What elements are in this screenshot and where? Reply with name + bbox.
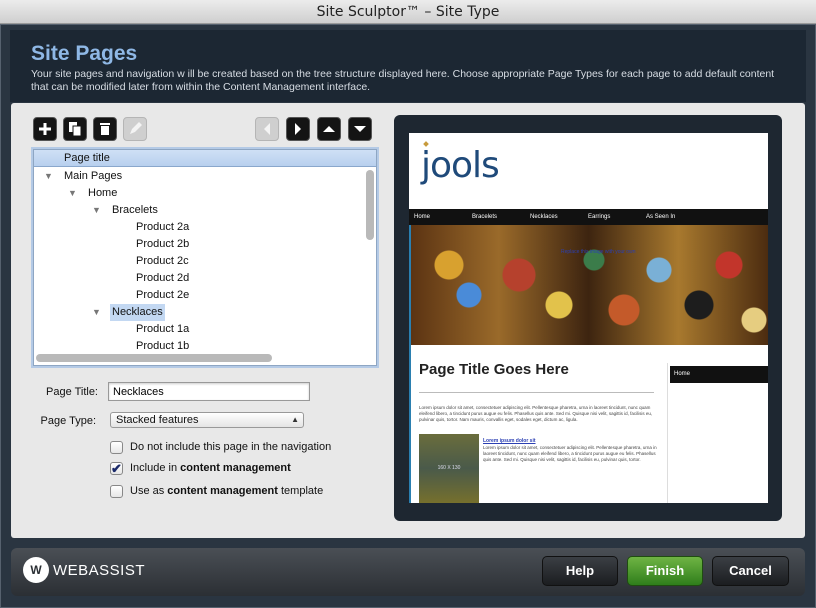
use-template-bold: content management [167, 485, 278, 497]
preview-banner-image: Replace this image with your own [409, 225, 768, 345]
expand-triangle-icon[interactable]: ▼ [92, 304, 101, 321]
preview-divider [419, 392, 654, 393]
preview-nav-item: Bracelets [472, 214, 498, 220]
page-title-label: Page Title: [46, 386, 98, 398]
page-type-select[interactable]: Stacked features ▲ [110, 412, 304, 428]
brand-name: WEBASSIST [53, 562, 146, 579]
move-down-button[interactable] [348, 117, 372, 141]
copy-page-button[interactable] [63, 117, 87, 141]
include-cm-label: Include in content management [130, 462, 291, 474]
use-template-suffix: template [277, 485, 324, 497]
include-cm-bold: content management [180, 462, 291, 474]
expand-triangle-icon[interactable]: ▼ [44, 168, 53, 185]
preview-logo: jools [421, 145, 500, 186]
page-tree[interactable]: Page title ▼ Main Pages ▼ Home ▼ Bracele… [33, 149, 377, 366]
tree-item-product-2d[interactable]: Product 2d [34, 270, 364, 287]
preview-nav-item: Earrings [588, 214, 611, 220]
preview-sidebar-divider [667, 363, 668, 503]
expand-triangle-icon[interactable]: ▼ [92, 202, 101, 219]
tree-item-product-1a[interactable]: Product 1a [34, 321, 364, 338]
preview-banner-link: Replace this image with your own [561, 249, 636, 255]
arrow-down-icon [354, 126, 366, 132]
preview-nav-item: As Seen In [646, 214, 676, 220]
preview-nav-item: Necklaces [530, 214, 558, 220]
arrow-up-icon [323, 126, 335, 132]
horizontal-scrollbar[interactable] [36, 354, 272, 362]
include-cm-prefix: Include in [130, 462, 181, 474]
preview-nav-item: Home [414, 214, 431, 220]
tree-item-product-2a[interactable]: Product 2a [34, 219, 364, 236]
preview-paragraph: Lorem ipsum dolor sit amet, consectetuer… [419, 405, 653, 422]
page-description: Your site pages and navigation w ill be … [31, 68, 775, 93]
pencil-icon [130, 122, 142, 134]
move-up-button[interactable] [317, 117, 341, 141]
select-arrows-icon: ▲ [291, 415, 299, 424]
tree-item-product-2e[interactable]: Product 2e [34, 287, 364, 304]
finish-button[interactable]: Finish [627, 556, 703, 586]
use-template-checkbox[interactable] [110, 485, 123, 498]
help-button[interactable]: Help [542, 556, 618, 586]
arrow-right-icon [295, 123, 301, 135]
delete-page-button[interactable] [93, 117, 117, 141]
tree-item-home[interactable]: ▼ Home [34, 185, 364, 202]
use-template-label: Use as content management template [130, 485, 323, 497]
vertical-scrollbar[interactable] [366, 170, 374, 240]
use-template-checkbox-row[interactable]: Use as content management template [110, 485, 340, 501]
exclude-nav-checkbox[interactable] [110, 441, 123, 454]
tree-item-product-2b[interactable]: Product 2b [34, 236, 364, 253]
window-title: Site Sculptor™ – Site Type [0, 0, 816, 24]
preview-nav: Home Bracelets Necklaces Earrings As See… [409, 209, 768, 225]
tree-item-necklaces[interactable]: ▼ Necklaces [34, 304, 364, 321]
move-right-button[interactable] [286, 117, 310, 141]
preview-page-title: Page Title Goes Here [419, 361, 569, 378]
page-type-value: Stacked features [116, 414, 199, 426]
include-cm-checkbox[interactable]: ✔ [110, 462, 123, 475]
webassist-logo-icon: W [23, 557, 49, 583]
trash-icon [100, 123, 110, 135]
expand-triangle-icon[interactable]: ▼ [68, 185, 77, 202]
add-page-button[interactable] [33, 117, 57, 141]
copy-icon [69, 122, 82, 137]
preview-thumbnail: 160 X 130 [419, 434, 479, 503]
preview-paragraph: Lorem ipsum dolor sit amet, consectetuer… [483, 445, 657, 462]
tree-item-product-2c[interactable]: Product 2c [34, 253, 364, 270]
move-left-button[interactable] [255, 117, 279, 141]
edit-page-button[interactable] [123, 117, 147, 141]
preview-sidebar-heading: Home [670, 366, 768, 383]
plus-icon [39, 123, 51, 135]
tree-item-main-pages[interactable]: ▼ Main Pages [34, 168, 364, 185]
tree-item-product-1b[interactable]: Product 1b [34, 338, 364, 355]
preview-accent-bar [409, 225, 411, 503]
page-type-label: Page Type: [40, 415, 96, 427]
exclude-nav-checkbox-row[interactable]: Do not include this page in the navigati… [110, 441, 340, 457]
cancel-button[interactable]: Cancel [712, 556, 789, 586]
page-preview: jools Home Bracelets Necklaces Earrings … [409, 133, 768, 503]
tree-item-bracelets[interactable]: ▼ Bracelets [34, 202, 364, 219]
use-template-prefix: Use as [130, 485, 168, 497]
page-title: Site Pages [31, 42, 138, 65]
include-cm-checkbox-row[interactable]: ✔ Include in content management [110, 462, 310, 478]
exclude-nav-label: Do not include this page in the navigati… [130, 441, 332, 453]
page-title-input[interactable] [108, 382, 310, 401]
arrow-left-icon [264, 123, 270, 135]
tree-column-header[interactable]: Page title [34, 150, 376, 167]
preview-link: Lorem ipsum dolor sit [483, 438, 536, 444]
